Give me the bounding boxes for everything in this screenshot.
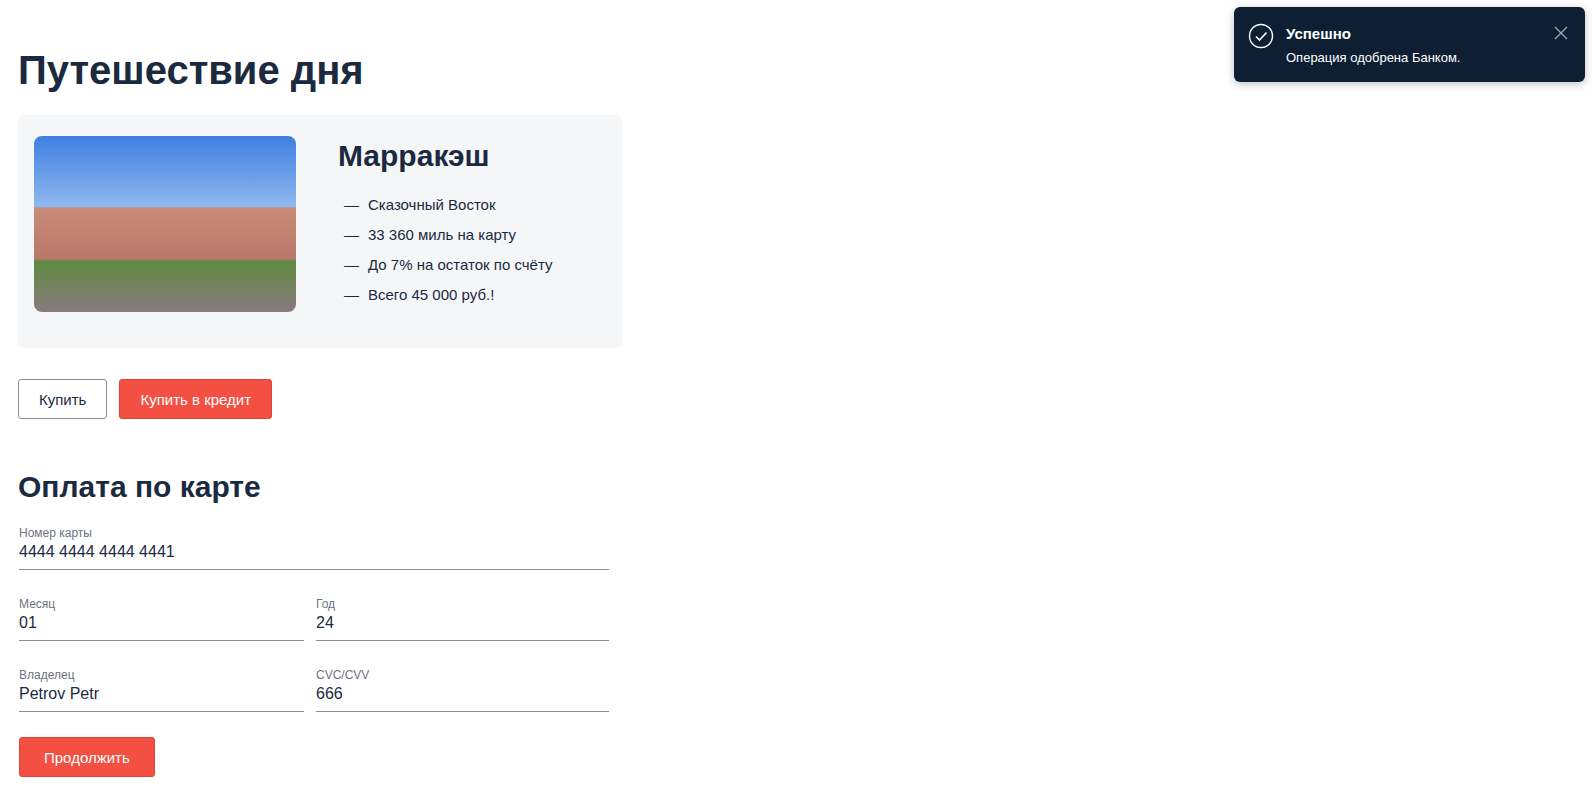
payment-form: Номер карты Месяц Год Владелец CVC/CVV xyxy=(18,525,609,712)
toast-body: Успешно Операция одобрена Банком. xyxy=(1286,21,1541,68)
form-field[interactable]: Владелец xyxy=(19,667,304,712)
field-label: Год xyxy=(316,596,609,612)
field-row: Владелец CVC/CVV xyxy=(19,667,609,712)
offer-city: Марракэш xyxy=(338,138,552,174)
field-input[interactable] xyxy=(19,612,304,634)
offer-card: Марракэш — Сказочный Восток — 33 360 миль на… xyxy=(18,115,622,348)
feature-list: — Сказочный Восток — 33 360 миль на карту — Д… xyxy=(338,194,552,306)
offer-photo xyxy=(34,136,296,312)
feature-text: Всего 45 000 руб.! xyxy=(368,284,494,306)
feature-item: — Сказочный Восток xyxy=(344,194,552,216)
feature-item: — До 7% на остаток по счёту xyxy=(344,254,552,276)
offer-info: Марракэш — Сказочный Восток — 33 360 миль на… xyxy=(338,136,552,306)
field-label: Месяц xyxy=(19,596,304,612)
continue-button[interactable]: Продолжить xyxy=(19,737,155,777)
feature-text: Сказочный Восток xyxy=(368,194,496,216)
feature-text: 33 360 миль на карту xyxy=(368,224,516,246)
buy-button[interactable]: Купить xyxy=(18,379,107,419)
feature-item: — 33 360 миль на карту xyxy=(344,224,552,246)
feature-dash: — xyxy=(344,194,359,216)
feature-dash: — xyxy=(344,254,359,276)
feature-dash: — xyxy=(344,284,359,306)
form-field[interactable]: CVC/CVV xyxy=(316,667,609,712)
feature-dash: — xyxy=(344,224,359,246)
close-icon[interactable] xyxy=(1553,25,1569,41)
field-input[interactable] xyxy=(316,683,609,705)
buy-credit-button[interactable]: Купить в кредит xyxy=(119,379,272,419)
form-field[interactable]: Год xyxy=(316,596,609,641)
field-label: CVC/CVV xyxy=(316,667,609,683)
field-label: Владелец xyxy=(19,667,304,683)
field-input[interactable] xyxy=(316,612,609,634)
field-input[interactable] xyxy=(19,683,304,705)
payment-title: Оплата по карте xyxy=(18,469,622,505)
form-field[interactable]: Месяц xyxy=(19,596,304,641)
toast-title: Успешно xyxy=(1286,25,1541,43)
field-input[interactable] xyxy=(19,541,609,563)
form-field[interactable]: Номер карты xyxy=(19,525,609,570)
toast-message: Операция одобрена Банком. xyxy=(1286,49,1541,66)
page: Путешествие дня Марракэш — Сказочный Восток… xyxy=(0,46,640,777)
field-row: Номер карты xyxy=(19,525,609,570)
feature-text: До 7% на остаток по счёту xyxy=(368,254,552,276)
action-bar: Купить Купить в кредит xyxy=(18,379,622,419)
field-row: Месяц Год xyxy=(19,596,609,641)
check-circle-icon xyxy=(1248,23,1274,49)
field-label: Номер карты xyxy=(19,525,609,541)
success-toast: Успешно Операция одобрена Банком. xyxy=(1234,7,1585,82)
page-title: Путешествие дня xyxy=(18,46,622,94)
feature-item: — Всего 45 000 руб.! xyxy=(344,284,552,306)
